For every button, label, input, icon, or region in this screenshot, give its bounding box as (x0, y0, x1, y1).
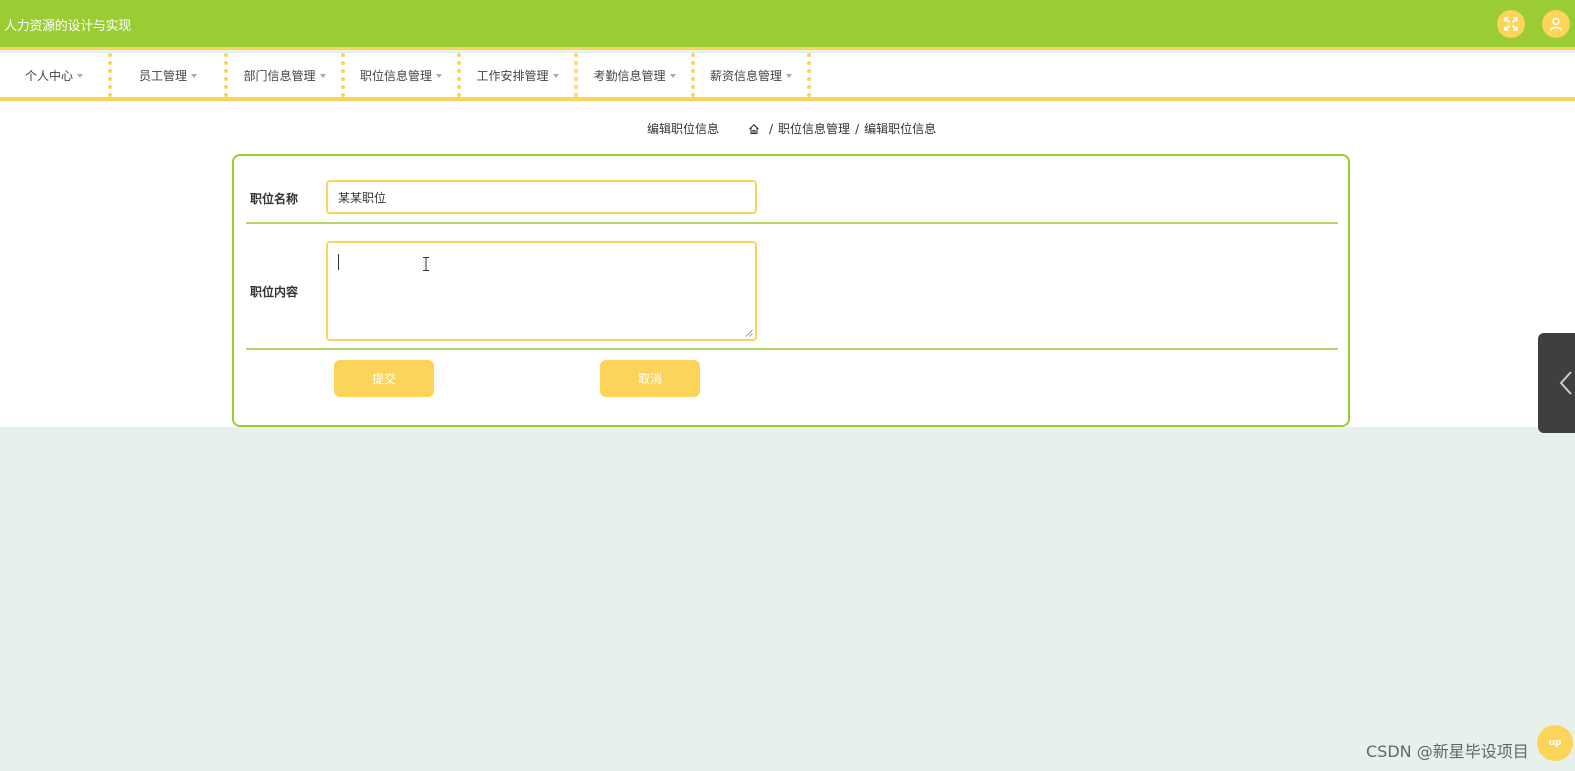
fullscreen-button[interactable] (1497, 10, 1525, 38)
side-panel-toggle[interactable] (1538, 333, 1575, 433)
nav-item-departments[interactable]: 部门信息管理 (228, 53, 341, 97)
position-content-label: 职位内容 (250, 285, 299, 299)
ibeam-cursor-icon (423, 257, 429, 271)
nav-item-attendance[interactable]: 考勤信息管理 (578, 53, 691, 97)
fullscreen-icon (1504, 17, 1518, 31)
caret-down-icon (436, 73, 442, 78)
position-name-input[interactable]: 某某职位 (326, 180, 757, 214)
main-content: 编辑职位信息 / 职位信息管理 / 编辑职位信息 职位名称 某某职位 职位内容 … (0, 101, 1575, 427)
caret-down-icon (77, 73, 83, 78)
nav-item-label: 职位信息管理 (359, 68, 432, 83)
breadcrumb-separator: / (855, 121, 860, 136)
row-divider (246, 222, 1338, 224)
cancel-button[interactable]: 取消 (600, 360, 700, 397)
breadcrumb: / 职位信息管理 / 编辑职位信息 (748, 120, 936, 137)
edit-position-form: 职位名称 某某职位 职位内容 提交 取消 (232, 154, 1350, 427)
row-divider (246, 348, 1338, 350)
nav-divider (807, 53, 811, 97)
nav-item-positions[interactable]: 职位信息管理 (345, 53, 457, 97)
chevron-left-icon (1559, 371, 1572, 395)
nav-item-work-schedule[interactable]: 工作安排管理 (461, 53, 574, 97)
caret-down-icon (319, 73, 326, 78)
watermark-text: CSDN @新星毕设项目 (1366, 742, 1529, 761)
breadcrumb-parent[interactable]: 职位信息管理 (778, 120, 850, 137)
nav-item-salary[interactable]: 薪资信息管理 (695, 53, 807, 97)
caret-down-icon (786, 73, 792, 78)
nav-item-label: 工作安排管理 (476, 68, 549, 83)
back-to-top-button[interactable]: up (1537, 725, 1573, 761)
caret-down-icon (191, 73, 197, 78)
position-content-textarea[interactable] (326, 241, 757, 341)
top-bar: 人力资源的设计与实现 (0, 0, 1575, 50)
nav-item-label: 员工管理 (138, 68, 187, 83)
nav-item-personal-center[interactable]: 个人中心 (0, 53, 108, 97)
user-icon (1549, 17, 1563, 31)
nav-item-employees[interactable]: 员工管理 (112, 53, 224, 97)
resize-grip-icon[interactable] (745, 329, 753, 337)
nav-item-label: 个人中心 (24, 68, 73, 83)
nav-item-label: 部门信息管理 (243, 68, 316, 83)
nav-item-label: 考勤信息管理 (593, 68, 666, 83)
page-title: 编辑职位信息 (647, 122, 720, 136)
submit-button[interactable]: 提交 (334, 360, 434, 397)
text-caret (338, 254, 339, 270)
caret-down-icon (669, 73, 676, 78)
home-icon[interactable] (748, 123, 760, 135)
position-name-label: 职位名称 (250, 192, 299, 206)
breadcrumb-separator: / (769, 121, 774, 136)
user-menu-button[interactable] (1542, 10, 1570, 38)
nav-item-label: 薪资信息管理 (709, 68, 782, 83)
caret-down-icon (552, 73, 559, 78)
app-title: 人力资源的设计与实现 (4, 19, 132, 34)
back-to-top-label: up (1548, 738, 1562, 748)
main-nav: 个人中心 员工管理 部门信息管理 职位信息管理 工作安排管理 考勤信息管理 薪资… (0, 53, 1575, 101)
breadcrumb-current: 编辑职位信息 (864, 122, 937, 136)
